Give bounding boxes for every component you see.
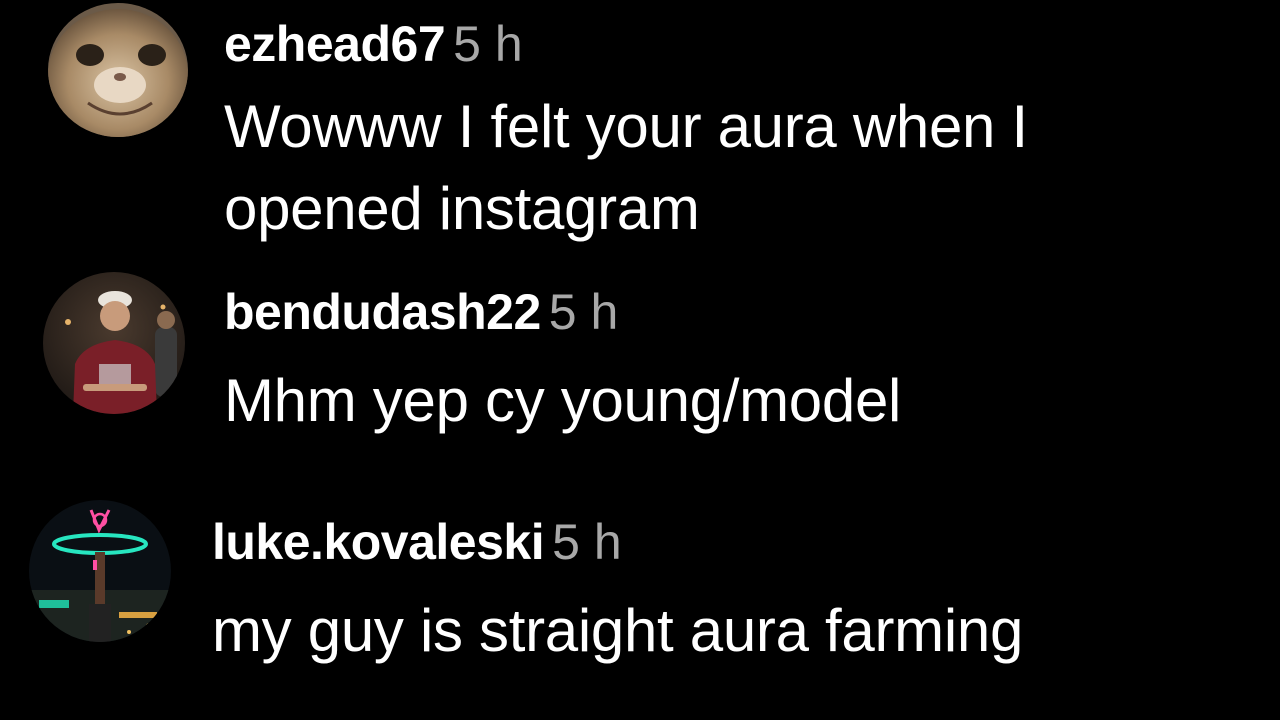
person-photo-avatar-icon [43,272,185,414]
timestamp: 5 h [548,284,619,340]
username-link[interactable]: luke.kovaleski [212,514,545,570]
avatar[interactable] [48,3,188,137]
timestamp: 5 h [552,514,622,570]
comment-text: my guy is straight aura farming [212,597,1024,664]
avatar[interactable] [29,500,171,642]
neon-sign-avatar-icon [29,500,171,642]
username-link[interactable]: ezhead67 [224,16,446,72]
comment-meta: ezhead67 5 h [224,14,523,74]
cat-avatar-icon [48,3,188,137]
comment-meta: bendudash22 5 h [224,282,618,342]
username-link[interactable]: bendudash22 [224,284,541,340]
comment-text: Wowww I felt your aura when I opened ins… [224,93,1028,242]
comment-meta: luke.kovaleski 5 h [212,512,622,572]
avatar[interactable] [43,272,185,414]
comment-text: Mhm yep cy young/model [224,367,902,434]
timestamp: 5 h [453,16,523,72]
